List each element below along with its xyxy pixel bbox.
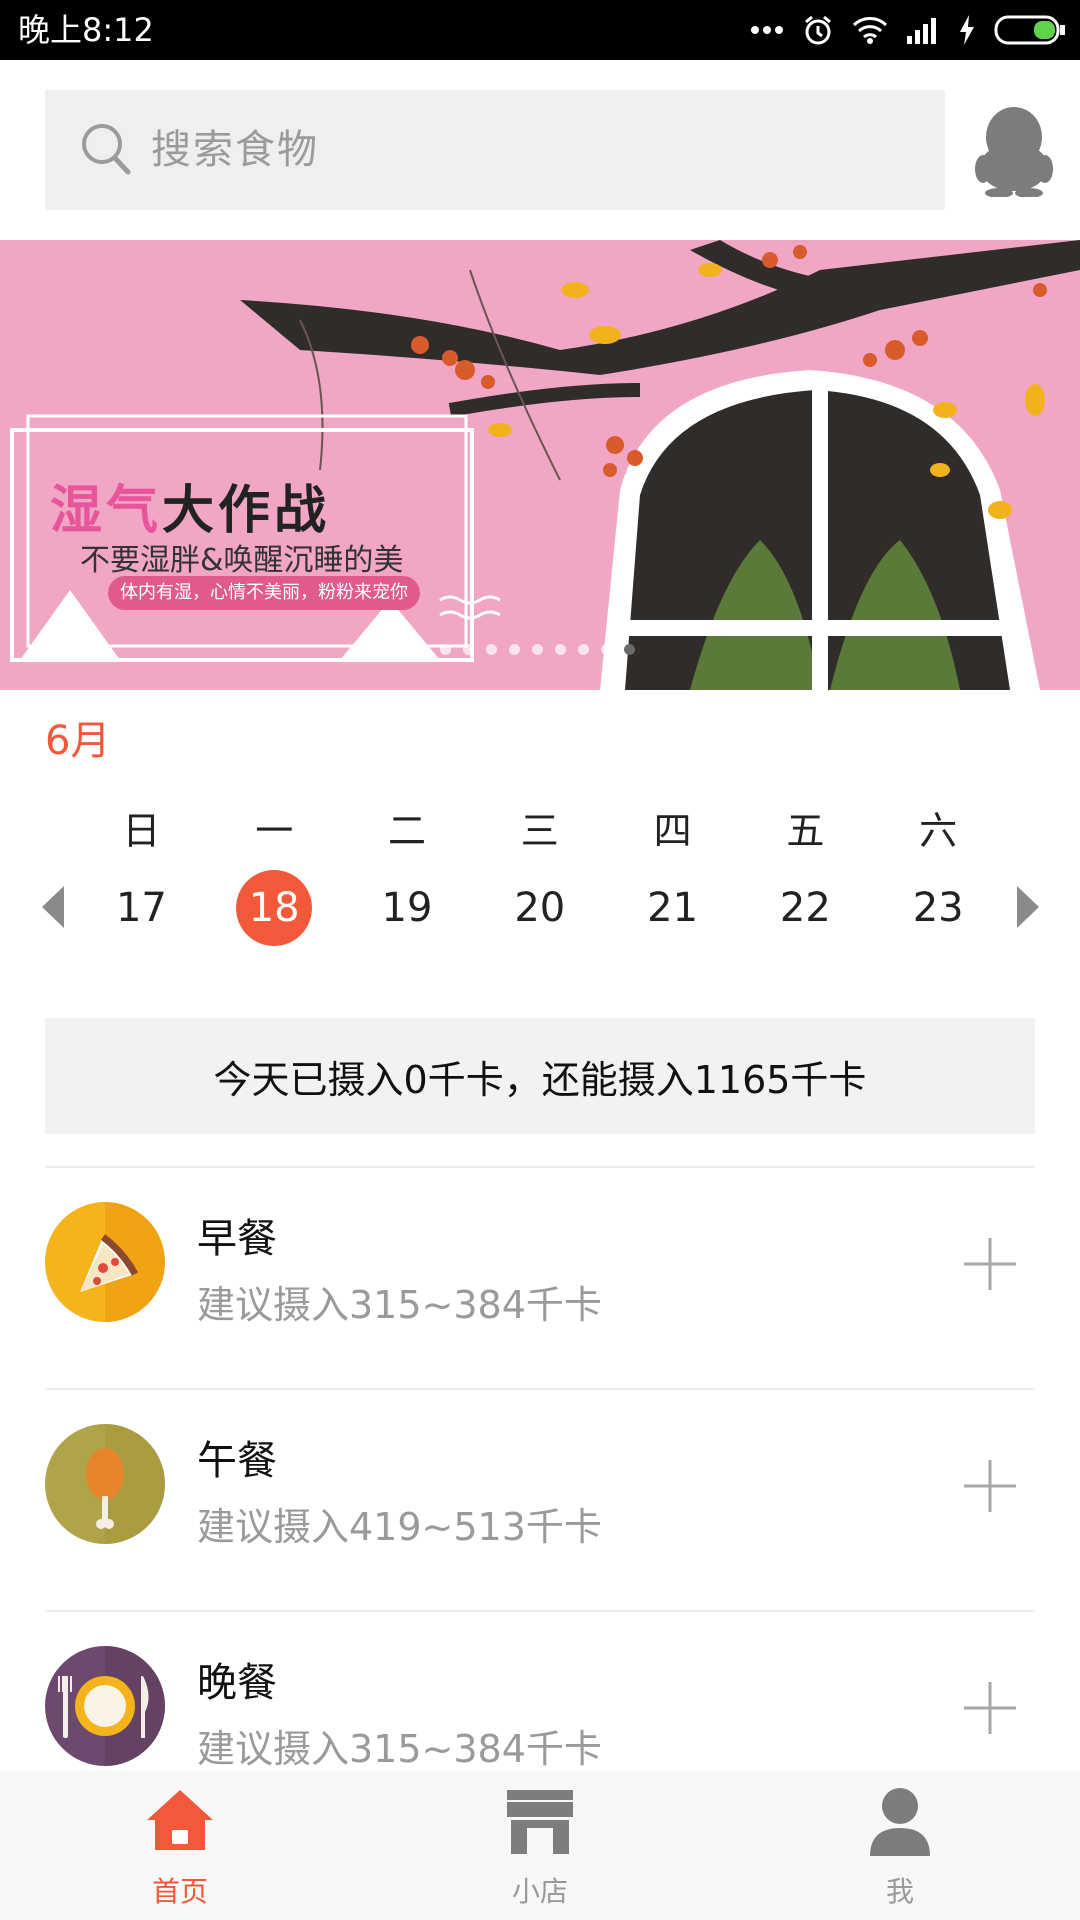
banner-illustration xyxy=(0,240,1080,690)
meal-name: 早餐 xyxy=(197,1216,277,1262)
date-number: 17 xyxy=(115,885,167,931)
date-number: 18 xyxy=(236,870,313,946)
charging-icon xyxy=(960,15,974,45)
banner-pager[interactable] xyxy=(440,644,635,655)
status-bar: 晚上8:12 xyxy=(0,0,1080,60)
drumstick-icon xyxy=(45,1424,165,1544)
weekday-label: 三 xyxy=(520,809,559,853)
pager-dot[interactable] xyxy=(440,644,451,655)
add-icon[interactable] xyxy=(960,1234,1020,1294)
search-input[interactable]: 搜索食物 xyxy=(45,90,945,210)
pager-dot[interactable] xyxy=(601,644,612,655)
signal-icon xyxy=(907,18,936,44)
meal-name: 晚餐 xyxy=(197,1660,277,1706)
date-cell-selected[interactable]: 18 xyxy=(208,868,341,948)
tab-label: 首页 xyxy=(151,1875,208,1908)
pager-dot[interactable] xyxy=(578,644,589,655)
banner-title-part3: 大作战 xyxy=(162,481,331,541)
home-icon xyxy=(147,1790,213,1850)
pager-dot[interactable] xyxy=(463,644,474,655)
date-number: 23 xyxy=(912,885,964,931)
pager-dot-active[interactable] xyxy=(624,644,635,655)
date-cell[interactable]: 23 xyxy=(872,868,1005,948)
search-placeholder: 搜索食物 xyxy=(151,127,319,173)
banner-subtitle: 不要湿胖&唤醒沉睡的美 xyxy=(80,543,404,578)
date-number: 19 xyxy=(381,885,433,931)
add-icon[interactable] xyxy=(960,1678,1020,1738)
pager-dot[interactable] xyxy=(555,644,566,655)
meal-calorie-hint: 建议摄入315~384千卡 xyxy=(197,1283,602,1327)
date-cell[interactable]: 22 xyxy=(739,868,872,948)
weekday-label: 六 xyxy=(919,809,958,853)
person-icon xyxy=(870,1788,930,1856)
calorie-summary: 今天已摄入0千卡，还能摄入1165千卡 xyxy=(45,1018,1035,1134)
meal-name: 午餐 xyxy=(197,1438,277,1484)
prev-week-arrow-icon[interactable] xyxy=(40,884,66,930)
meal-calorie-hint: 建议摄入315~384千卡 xyxy=(197,1727,602,1771)
more-dots-icon xyxy=(751,26,783,34)
weekday-label: 一 xyxy=(255,809,294,853)
banner-title-part2: 气 xyxy=(106,481,163,541)
tab-label: 我 xyxy=(885,1875,914,1908)
banner-title-part1: 湿 xyxy=(50,481,107,541)
plate-icon xyxy=(45,1646,165,1766)
meal-calorie-hint: 建议摄入419~513千卡 xyxy=(197,1505,602,1549)
search-icon xyxy=(82,124,131,175)
weekday-row: 日 一 二 三 四 五 六 xyxy=(75,800,1005,860)
month-label: 6月 xyxy=(45,718,111,764)
status-icons xyxy=(750,10,1066,50)
wifi-icon xyxy=(852,17,888,44)
pager-dot[interactable] xyxy=(486,644,497,655)
next-week-arrow-icon[interactable] xyxy=(1015,884,1041,930)
header: 搜索食物 xyxy=(0,60,1080,240)
date-cell[interactable]: 21 xyxy=(606,868,739,948)
meal-row-lunch[interactable]: 午餐 建议摄入419~513千卡 xyxy=(0,1390,1080,1612)
pizza-icon xyxy=(45,1202,165,1322)
bottom-tab-bar: 首页 小店 我 xyxy=(0,1770,1080,1920)
weekday-label: 四 xyxy=(653,809,692,853)
date-row: 17 18 19 20 21 22 23 xyxy=(75,868,1005,948)
meal-row-breakfast[interactable]: 早餐 建议摄入315~384千卡 xyxy=(0,1168,1080,1390)
qq-avatar-icon[interactable] xyxy=(975,105,1053,197)
tab-label: 小店 xyxy=(511,1875,568,1908)
date-number: 21 xyxy=(647,885,699,931)
date-cell[interactable]: 19 xyxy=(341,868,474,948)
pager-dot[interactable] xyxy=(532,644,543,655)
tab-me[interactable]: 我 xyxy=(720,1770,1080,1920)
alarm-icon xyxy=(805,15,831,45)
shop-icon xyxy=(507,1790,573,1854)
banner-title: 湿气大作战 xyxy=(50,468,330,543)
weekday-label: 二 xyxy=(387,809,426,853)
banner-tagline: 体内有湿，心情不美丽，粉粉来宠你 xyxy=(108,576,420,610)
add-icon[interactable] xyxy=(960,1456,1020,1516)
date-number: 22 xyxy=(779,885,831,931)
weekday-label: 五 xyxy=(786,809,825,853)
date-cell[interactable]: 20 xyxy=(473,868,606,948)
tab-shop[interactable]: 小店 xyxy=(360,1770,720,1920)
date-cell[interactable]: 17 xyxy=(75,868,208,948)
promo-banner[interactable]: 湿气大作战 不要湿胖&唤醒沉睡的美 体内有湿，心情不美丽，粉粉来宠你 xyxy=(0,240,1080,690)
weekday-label: 日 xyxy=(122,809,161,853)
battery-icon xyxy=(994,15,1065,45)
tab-home[interactable]: 首页 xyxy=(0,1770,360,1920)
date-number: 20 xyxy=(514,885,566,931)
pager-dot[interactable] xyxy=(509,644,520,655)
status-time: 晚上8:12 xyxy=(18,11,154,49)
